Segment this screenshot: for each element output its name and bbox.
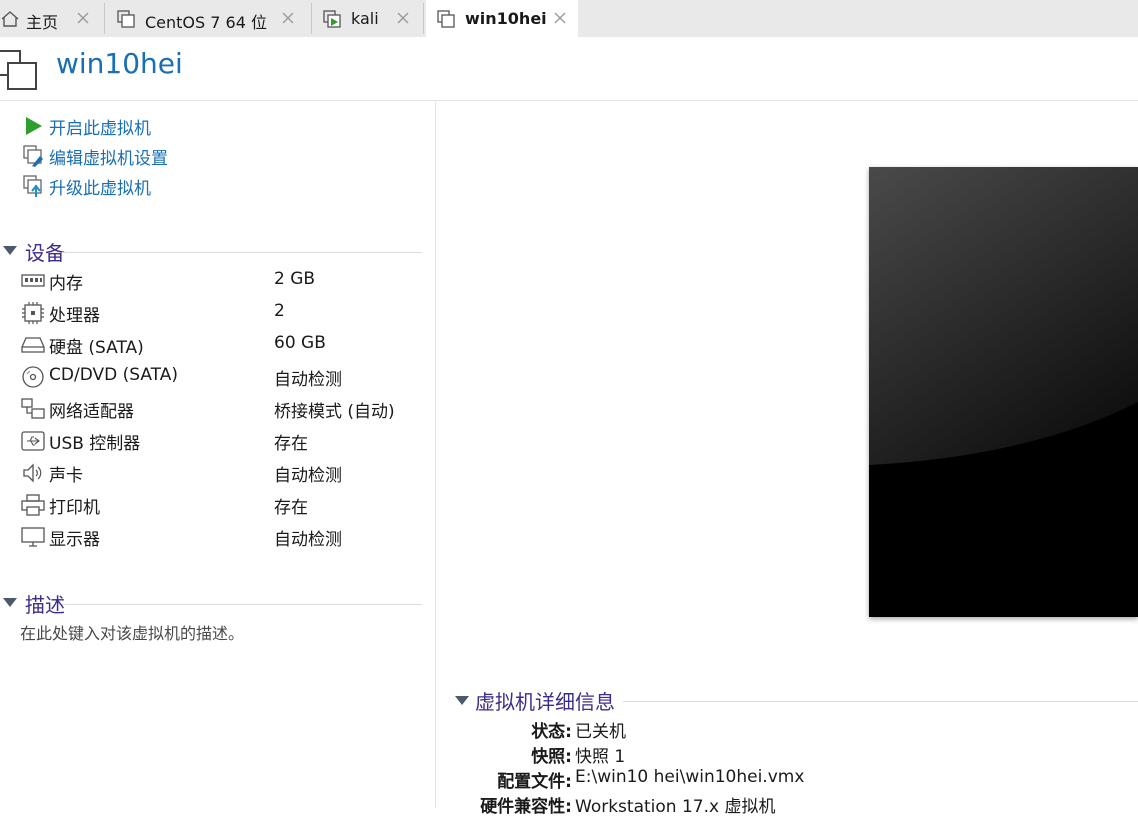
device-name: 内存 bbox=[49, 274, 83, 294]
printer-icon bbox=[21, 494, 45, 516]
vm-summary-panel: 开启此虚拟机 编辑虚拟机设置 升级此虚拟机 设备 内存 2 GB 处理器 2 硬… bbox=[0, 102, 436, 808]
tab-centos[interactable]: CentOS 7 64 位 bbox=[108, 0, 306, 37]
vm-running-icon bbox=[323, 10, 341, 28]
vm-icon bbox=[117, 10, 135, 28]
device-value: 存在 bbox=[274, 498, 308, 518]
device-value: 自动检测 bbox=[274, 530, 342, 550]
device-row-sound[interactable]: 声卡 自动检测 bbox=[20, 459, 420, 487]
device-row-usb[interactable]: USB 控制器 存在 bbox=[20, 427, 420, 455]
device-value: 2 GB bbox=[274, 269, 316, 289]
cd-icon bbox=[22, 366, 44, 388]
divider bbox=[62, 252, 422, 253]
devices-section-header[interactable]: 设备 bbox=[0, 237, 422, 265]
upgrade-vm-link[interactable]: 升级此虚拟机 bbox=[22, 173, 151, 199]
device-value: 60 GB bbox=[274, 333, 326, 353]
detail-value: 快照 1 bbox=[575, 747, 626, 767]
collapse-triangle-icon[interactable] bbox=[3, 598, 17, 607]
detail-row-state: 状态: 已关机 bbox=[437, 717, 1138, 742]
device-name: 处理器 bbox=[49, 306, 100, 326]
tab-win10hei[interactable]: win10hei bbox=[426, 0, 578, 37]
device-row-display[interactable]: 显示器 自动检测 bbox=[20, 523, 420, 551]
device-row-printer[interactable]: 打印机 存在 bbox=[20, 491, 420, 519]
device-name: 网络适配器 bbox=[49, 402, 134, 422]
action-label: 升级此虚拟机 bbox=[49, 178, 151, 199]
device-name: 声卡 bbox=[49, 466, 83, 486]
device-row-cddvd[interactable]: CD/DVD (SATA) 自动检测 bbox=[20, 363, 420, 391]
vm-icon bbox=[0, 50, 37, 90]
device-row-cpu[interactable]: 处理器 2 bbox=[20, 299, 420, 327]
collapse-triangle-icon[interactable] bbox=[455, 696, 469, 705]
device-value: 存在 bbox=[274, 434, 308, 454]
detail-value: 已关机 bbox=[575, 722, 626, 742]
device-value: 桥接模式 (自动) bbox=[274, 402, 395, 422]
action-label: 开启此虚拟机 bbox=[49, 118, 151, 139]
close-icon[interactable] bbox=[280, 10, 296, 26]
vm-details-section-header[interactable]: 虚拟机详细信息 bbox=[455, 686, 1138, 714]
tab-kali[interactable]: kali bbox=[314, 0, 420, 37]
tab-home[interactable]: 主页 bbox=[0, 0, 101, 37]
device-name: 硬盘 (SATA) bbox=[49, 338, 144, 358]
page-title: win10hei bbox=[56, 47, 183, 80]
vm-header: win10hei bbox=[0, 37, 1138, 101]
memory-icon bbox=[21, 274, 45, 287]
section-title: 设备 bbox=[25, 241, 65, 265]
tab-label: win10hei bbox=[465, 9, 547, 28]
device-value: 自动检测 bbox=[274, 370, 342, 390]
device-row-network[interactable]: 网络适配器 桥接模式 (自动) bbox=[20, 395, 420, 423]
detail-row-config-file: 配置文件: E:\win10 hei\win10hei.vmx bbox=[437, 767, 1138, 792]
detail-key: 硬件兼容性: bbox=[480, 797, 572, 817]
upgrade-icon bbox=[23, 175, 42, 197]
sound-icon bbox=[23, 463, 42, 483]
tab-bar: 主页 CentOS 7 64 位 kali win10hei bbox=[0, 0, 1138, 37]
divider bbox=[62, 604, 422, 605]
display-icon bbox=[21, 527, 45, 547]
device-name: CD/DVD (SATA) bbox=[49, 365, 178, 385]
detail-value: E:\win10 hei\win10hei.vmx bbox=[575, 767, 805, 787]
edit-settings-link[interactable]: 编辑虚拟机设置 bbox=[22, 143, 168, 169]
device-name: 显示器 bbox=[49, 530, 100, 550]
detail-row-compatibility: 硬件兼容性: Workstation 17.x 虚拟机 bbox=[437, 792, 1138, 817]
action-label: 编辑虚拟机设置 bbox=[49, 148, 168, 169]
close-icon[interactable] bbox=[552, 10, 568, 26]
vm-screen-thumbnail[interactable] bbox=[869, 167, 1138, 617]
screen-gloss bbox=[869, 167, 1138, 617]
detail-key: 配置文件: bbox=[497, 772, 572, 792]
play-icon bbox=[26, 117, 42, 135]
tab-label: CentOS 7 64 位 bbox=[145, 13, 267, 32]
collapse-triangle-icon[interactable] bbox=[3, 246, 17, 255]
tab-label: kali bbox=[351, 9, 379, 28]
section-title: 虚拟机详细信息 bbox=[475, 690, 615, 714]
detail-value: Workstation 17.x 虚拟机 bbox=[575, 797, 776, 817]
description-field[interactable]: 在此处键入对该虚拟机的描述。 bbox=[20, 620, 244, 644]
section-title: 描述 bbox=[25, 593, 65, 617]
close-icon[interactable] bbox=[395, 10, 411, 26]
device-row-harddisk[interactable]: 硬盘 (SATA) 60 GB bbox=[20, 331, 420, 359]
tab-label: 主页 bbox=[26, 13, 59, 32]
device-name: 打印机 bbox=[49, 498, 100, 518]
vm-preview-panel: 虚拟机详细信息 状态: 已关机 快照: 快照 1 配置文件: E:\win10 … bbox=[437, 102, 1138, 817]
device-value: 2 bbox=[274, 301, 285, 321]
device-row-memory[interactable]: 内存 2 GB bbox=[20, 267, 420, 295]
device-value: 自动检测 bbox=[274, 466, 342, 486]
close-icon[interactable] bbox=[75, 10, 91, 26]
description-section-header[interactable]: 描述 bbox=[0, 589, 422, 617]
detail-key: 状态: bbox=[531, 722, 572, 742]
cpu-icon bbox=[22, 302, 44, 324]
harddisk-icon bbox=[21, 337, 45, 353]
network-icon bbox=[21, 398, 45, 419]
power-on-link[interactable]: 开启此虚拟机 bbox=[22, 113, 151, 139]
edit-settings-icon bbox=[23, 145, 43, 167]
home-icon bbox=[1, 11, 19, 27]
usb-icon bbox=[21, 431, 45, 451]
detail-key: 快照: bbox=[531, 747, 572, 767]
divider bbox=[623, 701, 1138, 702]
device-name: USB 控制器 bbox=[49, 434, 141, 454]
vm-icon bbox=[437, 10, 455, 28]
detail-row-snapshot: 快照: 快照 1 bbox=[437, 742, 1138, 767]
